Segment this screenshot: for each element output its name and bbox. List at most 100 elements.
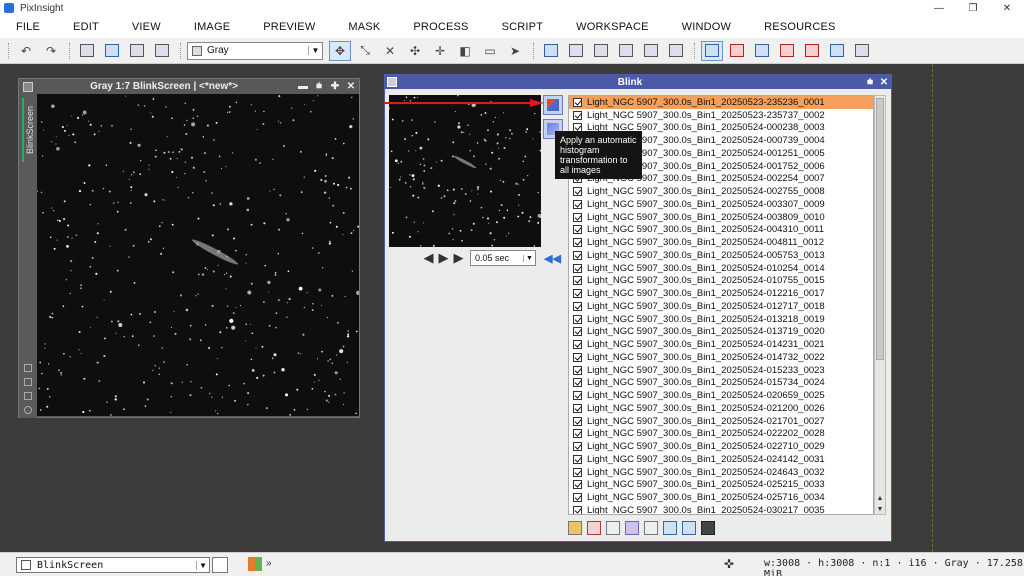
stf-options-icon[interactable] bbox=[851, 41, 873, 61]
file-checkbox[interactable] bbox=[573, 238, 582, 248]
image-window-titlebar[interactable]: Gray 1:7 BlinkScreen | <*new*> ▬ ⩧ ✚ ✕ bbox=[19, 79, 359, 94]
auto-histogram-button[interactable] bbox=[543, 95, 563, 115]
window-icon[interactable] bbox=[540, 41, 562, 61]
file-list-item[interactable]: Light_NGC 5907_300.0s_Bin1_20250524-0257… bbox=[569, 491, 873, 504]
view-selector[interactable]: BlinkScreen ▼ bbox=[16, 557, 210, 573]
colorspace-select[interactable]: Gray ▼ bbox=[187, 41, 323, 60]
menu-file[interactable]: FILE bbox=[16, 21, 40, 33]
color-channel-icon[interactable] bbox=[248, 557, 262, 571]
crosshair-icon[interactable]: ✜ bbox=[724, 557, 734, 571]
scrollbar-thumb[interactable] bbox=[876, 98, 884, 360]
file-list-item[interactable]: Light_NGC 5907_300.0s_Bin1_20250524-0212… bbox=[569, 402, 873, 415]
clone-icon[interactable] bbox=[24, 392, 32, 400]
more-icon[interactable]: » bbox=[266, 558, 272, 569]
menu-preview[interactable]: PREVIEW bbox=[263, 21, 315, 33]
file-list-item[interactable]: Light_NGC 5907_300.0s_Bin1_20250524-0152… bbox=[569, 364, 873, 377]
file-checkbox[interactable] bbox=[573, 340, 582, 350]
previous-image-icon[interactable]: ◀ bbox=[421, 250, 436, 266]
menu-script[interactable]: SCRIPT bbox=[502, 21, 544, 33]
file-checkbox[interactable] bbox=[573, 289, 582, 299]
statistics-icon[interactable] bbox=[682, 521, 696, 535]
file-list-item[interactable]: Light_NGC 5907_300.0s_Bin1_20250523-2352… bbox=[569, 96, 873, 109]
mask-invert-icon[interactable] bbox=[640, 41, 662, 61]
stf-apply-icon[interactable] bbox=[826, 41, 848, 61]
minimize-button[interactable]: — bbox=[922, 0, 956, 16]
menu-process[interactable]: PROCESS bbox=[413, 21, 468, 33]
file-list-item[interactable]: Light_NGC 5907_300.0s_Bin1_20250524-0048… bbox=[569, 236, 873, 249]
file-checkbox[interactable] bbox=[573, 391, 582, 401]
file-checkbox[interactable] bbox=[573, 378, 582, 388]
menu-resources[interactable]: RESOURCES bbox=[764, 21, 835, 33]
file-list-item[interactable]: Light_NGC 5907_300.0s_Bin1_20250524-0137… bbox=[569, 326, 873, 339]
menu-workspace[interactable]: WORKSPACE bbox=[576, 21, 649, 33]
scroll-down-icon[interactable]: ▼ bbox=[875, 506, 885, 513]
file-checkbox[interactable] bbox=[573, 225, 582, 235]
file-list-item[interactable]: Light_NGC 5907_300.0s_Bin1_20250524-0142… bbox=[569, 338, 873, 351]
cascade-icon[interactable] bbox=[590, 41, 612, 61]
scroll-up-icon[interactable]: ▲ bbox=[875, 495, 885, 502]
menu-mask[interactable]: MASK bbox=[348, 21, 380, 33]
pan-icon[interactable]: ✣ bbox=[404, 41, 426, 61]
close-button[interactable]: ✕ bbox=[990, 0, 1024, 16]
file-list-item[interactable]: Light_NGC 5907_300.0s_Bin1_20250523-2357… bbox=[569, 109, 873, 122]
menu-image[interactable]: IMAGE bbox=[194, 21, 230, 33]
close-selected-icon[interactable] bbox=[587, 521, 601, 535]
stf-edit-icon[interactable] bbox=[801, 41, 823, 61]
stf-link-icon[interactable] bbox=[726, 41, 748, 61]
play-icon[interactable]: ▶ bbox=[436, 250, 451, 266]
redo-icon[interactable]: ↷ bbox=[40, 41, 62, 61]
undo-icon[interactable]: ↶ bbox=[15, 41, 37, 61]
blink-preview[interactable] bbox=[389, 95, 541, 247]
minimize-icon[interactable]: ▬ bbox=[295, 81, 311, 92]
move-files-icon[interactable] bbox=[644, 521, 658, 535]
menu-window[interactable]: WINDOW bbox=[682, 21, 731, 33]
file-list-scrollbar[interactable]: ▲ ▼ bbox=[874, 95, 886, 515]
video-icon[interactable] bbox=[701, 521, 715, 535]
file-list-item[interactable]: Light_NGC 5907_300.0s_Bin1_20250524-0246… bbox=[569, 466, 873, 479]
file-list-item[interactable]: Light_NGC 5907_300.0s_Bin1_20250524-0107… bbox=[569, 275, 873, 288]
file-list-item[interactable]: Light_NGC 5907_300.0s_Bin1_20250524-0302… bbox=[569, 504, 873, 514]
open-folder-icon[interactable] bbox=[568, 521, 582, 535]
mask-show-icon[interactable] bbox=[615, 41, 637, 61]
file-list-item[interactable]: Light_NGC 5907_300.0s_Bin1_20250524-0122… bbox=[569, 287, 873, 300]
file-list-item[interactable]: Light_NGC 5907_300.0s_Bin1_20250524-0217… bbox=[569, 415, 873, 428]
fit-view-icon[interactable] bbox=[24, 378, 32, 386]
file-list-item[interactable]: Light_NGC 5907_300.0s_Bin1_20250524-0227… bbox=[569, 440, 873, 453]
file-list-item[interactable]: Light_NGC 5907_300.0s_Bin1_20250524-0033… bbox=[569, 198, 873, 211]
file-checkbox[interactable] bbox=[573, 110, 582, 120]
file-checkbox[interactable] bbox=[573, 97, 582, 107]
view-explorer-icon[interactable] bbox=[212, 557, 228, 573]
close-all-icon[interactable] bbox=[606, 521, 620, 535]
file-checkbox[interactable] bbox=[573, 442, 582, 452]
restore-button[interactable]: ❐ bbox=[956, 0, 990, 16]
file-checkbox[interactable] bbox=[573, 505, 582, 514]
file-list-item[interactable]: Light_NGC 5907_300.0s_Bin1_20250524-0102… bbox=[569, 262, 873, 275]
screen-transfer-icon[interactable] bbox=[701, 40, 723, 61]
file-list-item[interactable]: Light_NGC 5907_300.0s_Bin1_20250524-0132… bbox=[569, 313, 873, 326]
shade-icon[interactable]: ⩧ bbox=[311, 81, 327, 92]
shade-icon[interactable]: ⩧ bbox=[863, 77, 877, 88]
file-checkbox[interactable] bbox=[573, 212, 582, 222]
new-image-icon[interactable] bbox=[76, 41, 98, 61]
file-checkbox[interactable] bbox=[573, 327, 582, 337]
stf-auto-icon[interactable] bbox=[776, 41, 798, 61]
file-list-item[interactable]: Light_NGC 5907_300.0s_Bin1_20250524-0147… bbox=[569, 351, 873, 364]
pointer-icon[interactable]: ➤ bbox=[504, 41, 526, 61]
preview-icon[interactable]: ◧ bbox=[454, 41, 476, 61]
image-window[interactable]: Gray 1:7 BlinkScreen | <*new*> ▬ ⩧ ✚ ✕ B… bbox=[18, 78, 360, 418]
copy-icon[interactable] bbox=[126, 41, 148, 61]
file-list-item[interactable]: Light_NGC 5907_300.0s_Bin1_20250524-0027… bbox=[569, 185, 873, 198]
file-list-item[interactable]: Light_NGC 5907_300.0s_Bin1_20250524-0127… bbox=[569, 300, 873, 313]
image-canvas[interactable] bbox=[37, 94, 359, 416]
file-checkbox[interactable] bbox=[573, 187, 582, 197]
zoom-fit-icon[interactable]: ⤡ bbox=[354, 41, 376, 61]
file-checkbox[interactable] bbox=[573, 416, 582, 426]
close-icon[interactable]: ✕ bbox=[877, 77, 891, 88]
tile-icon[interactable] bbox=[565, 41, 587, 61]
file-list-item[interactable]: Light_NGC 5907_300.0s_Bin1_20250524-0241… bbox=[569, 453, 873, 466]
paste-icon[interactable] bbox=[151, 41, 173, 61]
next-image-icon[interactable]: ▶ bbox=[451, 250, 466, 266]
file-checkbox[interactable] bbox=[573, 467, 582, 477]
view-tab-blinkscreen[interactable]: BlinkScreen bbox=[22, 98, 36, 162]
blink-titlebar[interactable]: Blink ⩧ ✕ bbox=[385, 75, 891, 89]
